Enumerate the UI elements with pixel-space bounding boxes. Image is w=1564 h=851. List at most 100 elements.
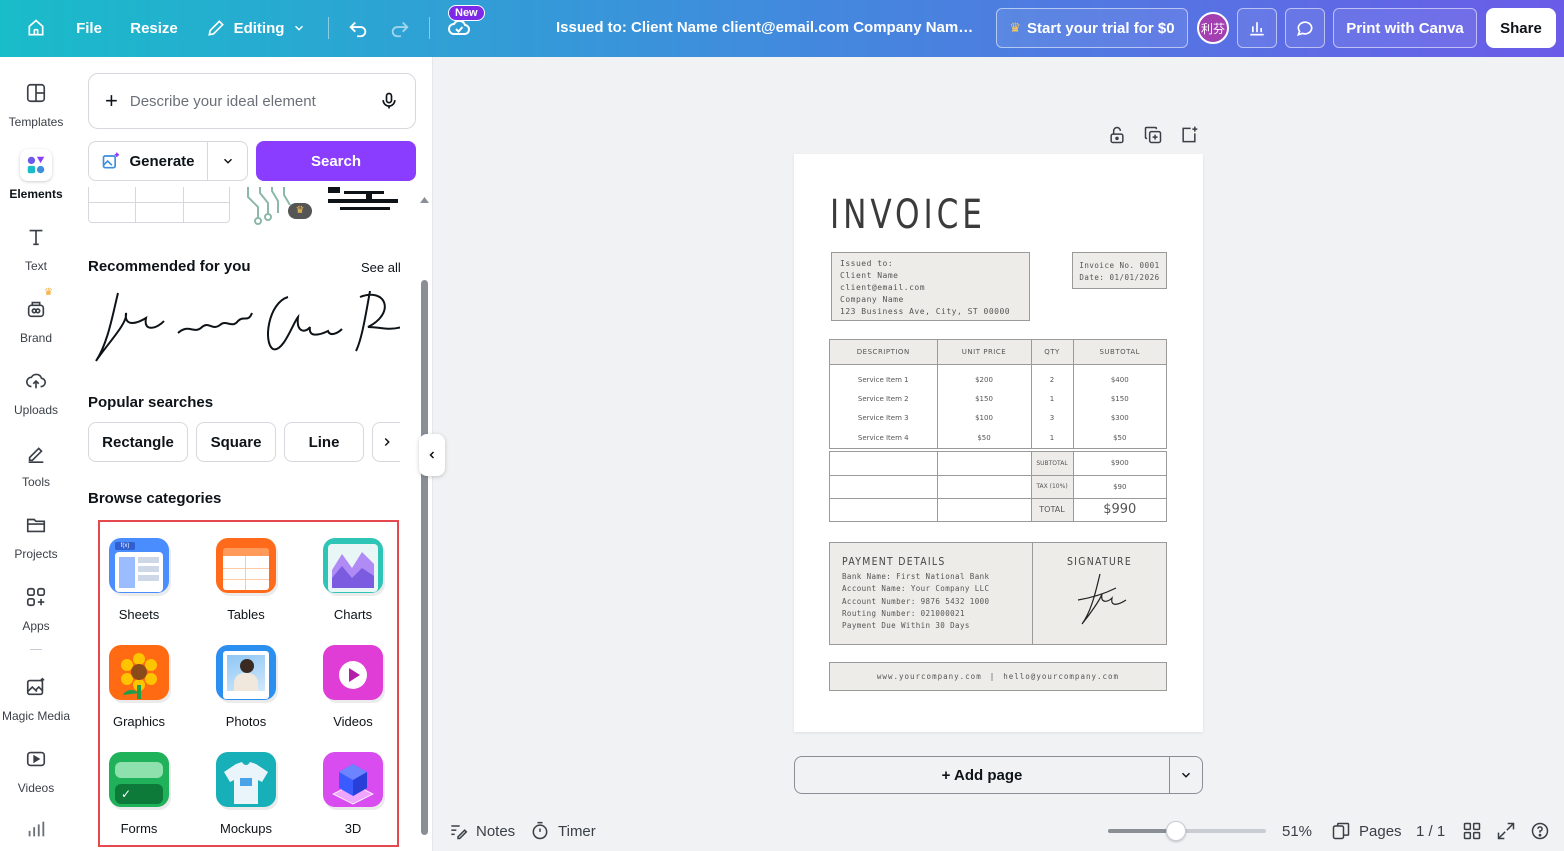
category-charts[interactable]: Charts [308, 522, 398, 622]
chips-next-button[interactable] [372, 422, 400, 462]
chevron-down-icon [295, 25, 304, 31]
scroll-thumb[interactable] [421, 280, 428, 835]
home-button[interactable] [18, 8, 54, 48]
table-cell: Service Item 2 [830, 389, 938, 409]
table-row: TAX (10%) $90 [830, 475, 1166, 499]
invoice-items-table: DESCRIPTION UNIT PRICE QTY SUBTOTAL Serv… [829, 339, 1167, 449]
category-videos[interactable]: Videos [308, 629, 398, 729]
panel-scrollbar[interactable] [420, 197, 429, 840]
payment-line: Payment Due Within 30 Days [842, 621, 970, 631]
elements-icon [20, 149, 52, 181]
rail-item-text[interactable]: Text [0, 221, 72, 285]
zoom-level-button[interactable]: 51% [1282, 820, 1312, 842]
search-chip-rectangle[interactable]: Rectangle [88, 422, 188, 462]
element-thumbnails-row: ♛ [88, 187, 400, 231]
table-cell: $200 [937, 364, 1032, 389]
zoom-slider[interactable] [1108, 821, 1266, 841]
generate-button-group: Generate [88, 141, 248, 181]
scroll-up-arrow-icon[interactable] [420, 196, 429, 204]
table-thumbnail[interactable] [88, 187, 230, 223]
table-cell: 3 [1031, 408, 1074, 429]
pages-icon [1332, 822, 1350, 840]
lock-page-button[interactable] [1107, 125, 1127, 150]
grid-view-button[interactable] [1462, 820, 1482, 842]
editing-mode-dropdown[interactable]: Editing [200, 8, 312, 48]
rail-label: Tools [21, 475, 50, 489]
rail-item-elements[interactable]: Elements [0, 149, 72, 213]
help-button[interactable] [1530, 820, 1550, 842]
category-forms[interactable]: ✓ Forms [94, 736, 184, 836]
search-chip-square[interactable]: Square [196, 422, 276, 462]
category-photos[interactable]: Photos [201, 629, 291, 729]
collapse-panel-button[interactable] [419, 434, 445, 476]
rail-item-brand[interactable]: ♛ Brand [0, 287, 72, 357]
notes-button[interactable]: Notes [448, 820, 515, 842]
rail-item-charts[interactable] [0, 813, 72, 851]
invoice-date: Date: 01/01/2026 [1079, 273, 1160, 282]
print-with-canva-button[interactable]: Print with Canva [1333, 8, 1477, 48]
table-row: Service Item 3 $100 3 $300 [830, 408, 1166, 429]
signature-graphic[interactable] [1070, 570, 1130, 628]
table-header: SUBTOTAL [1073, 340, 1166, 365]
see-all-link[interactable]: See all [361, 260, 401, 275]
generate-button[interactable]: Generate [89, 142, 208, 180]
generate-options-dropdown[interactable] [208, 154, 247, 168]
microphone-icon[interactable] [379, 91, 399, 111]
chart-icon [20, 813, 52, 845]
rail-item-uploads[interactable]: Uploads [0, 365, 72, 429]
table-row: TOTAL $990 [830, 498, 1166, 521]
signature-graphic[interactable] [346, 283, 400, 369]
signature-graphic[interactable] [258, 283, 343, 369]
avatar[interactable]: 利芬 [1197, 12, 1229, 44]
rail-item-projects[interactable]: Projects [0, 509, 72, 573]
rail-item-magic-media[interactable]: Magic Media [0, 671, 72, 735]
undo-button[interactable] [340, 8, 376, 48]
category-label: 3D [344, 821, 362, 836]
category-mockups[interactable]: Mockups [201, 736, 291, 836]
category-sheets[interactable]: f(x) Sheets [94, 522, 184, 622]
category-tables[interactable]: Tables [201, 522, 291, 622]
start-trial-button[interactable]: ♛ Start your trial for $0 [996, 8, 1188, 48]
timer-button[interactable]: Timer [530, 820, 596, 842]
table-cell: $150 [937, 389, 1032, 409]
issued-line: Client Name [840, 271, 899, 280]
sheets-icon: f(x) [109, 538, 169, 593]
resize-button[interactable]: Resize [124, 8, 184, 48]
undo-icon [349, 21, 367, 38]
document-title[interactable]: Issued to: Client Name client@email.com … [556, 19, 976, 36]
share-button[interactable]: Share [1486, 8, 1556, 48]
zoom-slider-thumb[interactable] [1165, 821, 1186, 841]
rail-item-videos[interactable]: Videos [0, 743, 72, 807]
invoice-page[interactable]: INVOICE Issued to: Client Name client@em… [794, 154, 1203, 732]
add-page-button[interactable]: + Add page [795, 757, 1170, 793]
category-graphics[interactable]: Graphics [94, 629, 184, 729]
search-chip-line[interactable]: Line [284, 422, 364, 462]
circuit-graphic-thumbnail[interactable]: ♛ [238, 187, 316, 227]
signature-graphic[interactable] [88, 283, 168, 369]
redo-button[interactable] [382, 8, 418, 48]
table-row: SUBTOTAL $900 [830, 452, 1166, 476]
describe-element-input[interactable]: + Describe your ideal element [88, 73, 416, 129]
rail-item-apps[interactable]: Apps [0, 581, 72, 645]
add-page-dropdown[interactable] [1170, 757, 1202, 793]
footer-separator: | [989, 672, 996, 681]
tables-icon [216, 538, 276, 593]
duplicate-page-button[interactable] [1143, 125, 1163, 150]
comments-button[interactable] [1285, 8, 1325, 48]
insights-button[interactable] [1237, 8, 1277, 48]
signature-section: SIGNATURE [1033, 543, 1166, 644]
add-page-icon-button[interactable] [1179, 125, 1199, 150]
pages-button[interactable]: Pages [1331, 820, 1402, 842]
premium-crown-badge: ♛ [288, 203, 312, 219]
rail-item-tools[interactable]: Tools [0, 437, 72, 501]
category-label: Videos [333, 714, 373, 729]
left-rail: Templates Elements Text ♛ Brand Uploads … [0, 57, 72, 851]
rail-label: Text [24, 259, 47, 273]
signature-graphic[interactable] [174, 283, 254, 369]
file-menu[interactable]: File [68, 8, 110, 48]
search-button[interactable]: Search [256, 141, 416, 181]
category-3d[interactable]: 3D [308, 736, 398, 836]
pixel-graphic-thumbnail[interactable] [326, 187, 400, 223]
rail-item-templates[interactable]: Templates [0, 77, 72, 141]
fullscreen-button[interactable] [1496, 820, 1516, 842]
